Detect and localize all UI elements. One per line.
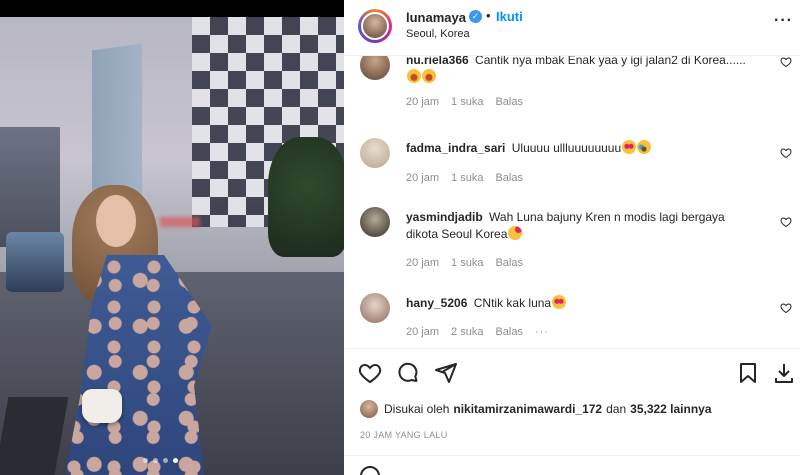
- reply-button[interactable]: Balas: [495, 326, 523, 338]
- carousel-dot[interactable]: [153, 458, 158, 463]
- likes-summary: Disukai oleh nikitamirzanimawardi_172 da…: [360, 400, 712, 418]
- comment-username[interactable]: hany_5206: [406, 296, 467, 310]
- comment-username[interactable]: nu.riela366: [406, 56, 469, 67]
- more-icon[interactable]: ···: [774, 12, 793, 30]
- comment-body: Cantik nya mbak Enak yaa y igi jalan2 di…: [475, 56, 746, 67]
- comment-body: Uluuuu ullluuuuuuuu: [511, 141, 622, 155]
- likes-joiner: dan: [606, 402, 627, 416]
- emoji-icon[interactable]: [360, 466, 380, 475]
- separator-dot: •: [486, 8, 491, 23]
- action-bar: [344, 348, 800, 394]
- comment-meta: 20 jam 2 suka Balas ···: [406, 326, 549, 338]
- comment-time[interactable]: 20 jam: [406, 172, 439, 184]
- comment-avatar[interactable]: [360, 207, 390, 237]
- reply-button[interactable]: Balas: [495, 96, 523, 108]
- photo-handbag: [82, 389, 122, 423]
- author-avatar[interactable]: [358, 9, 392, 43]
- author-username[interactable]: lunamaya: [406, 10, 466, 25]
- photo-tree: [268, 137, 344, 257]
- comment-time[interactable]: 20 jam: [406, 257, 439, 269]
- share-icon[interactable]: [434, 361, 458, 385]
- liker-username[interactable]: nikitamirzanimawardi_172: [453, 402, 602, 416]
- bookmark-icon[interactable]: [736, 361, 760, 385]
- post-timestamp[interactable]: 20 JAM YANG LALU: [360, 430, 448, 440]
- heart-icon[interactable]: [780, 147, 792, 159]
- photo-lights: [160, 217, 200, 227]
- comment-options-icon[interactable]: ···: [535, 326, 549, 338]
- reply-button[interactable]: Balas: [495, 257, 523, 269]
- reply-button[interactable]: Balas: [495, 172, 523, 184]
- comment-avatar[interactable]: [360, 293, 390, 323]
- post-panel: lunamaya ✓ • Ikuti Seoul, Korea ··· nu.r…: [344, 0, 800, 475]
- heart-eyes-emoji-icon: [552, 295, 567, 309]
- follow-button[interactable]: Ikuti: [496, 9, 523, 24]
- post-header: lunamaya ✓ • Ikuti Seoul, Korea ···: [344, 0, 800, 56]
- likes-others[interactable]: 35,322 lainnya: [630, 402, 711, 416]
- comment-username[interactable]: yasmindjadib: [406, 210, 483, 224]
- comment-avatar[interactable]: [360, 138, 390, 168]
- heart-icon[interactable]: [780, 56, 792, 68]
- comment-time[interactable]: 20 jam: [406, 326, 439, 338]
- comments-list[interactable]: nu.riela366 Cantik nya mbak Enak yaa y i…: [344, 56, 800, 348]
- photo-bus: [6, 232, 64, 292]
- comment-likes[interactable]: 2 suka: [451, 326, 483, 338]
- smiling-hearts-emoji-icon: [508, 226, 523, 240]
- post-location[interactable]: Seoul, Korea: [406, 28, 470, 40]
- carousel-dot[interactable]: [143, 458, 148, 463]
- comment-icon[interactable]: [396, 361, 420, 385]
- comment-likes[interactable]: 1 suka: [451, 172, 483, 184]
- comment-text: nu.riela366 Cantik nya mbak Enak yaa y i…: [406, 56, 760, 86]
- liker-avatar[interactable]: [360, 400, 378, 418]
- comment-body: CNtik kak luna: [473, 296, 552, 310]
- download-icon[interactable]: [772, 361, 796, 385]
- comment-time[interactable]: 20 jam: [406, 96, 439, 108]
- likes-prefix: Disukai oleh: [384, 402, 450, 416]
- comment-text: fadma_indra_sari Uluuuu ullluuuuuuuu: [406, 140, 760, 157]
- carousel-dot[interactable]: [163, 458, 168, 463]
- heart-icon[interactable]: [780, 302, 792, 314]
- grin-emoji-icon: [422, 69, 436, 83]
- comment-meta: 20 jam 1 suka Balas: [406, 257, 523, 269]
- photo-building: [0, 127, 60, 247]
- post-photo[interactable]: [0, 17, 344, 475]
- carousel-dot-active[interactable]: [173, 458, 178, 463]
- comment-likes[interactable]: 1 suka: [451, 96, 483, 108]
- heart-icon[interactable]: [358, 361, 382, 385]
- grin-emoji-icon: [407, 69, 421, 83]
- comment-meta: 20 jam 1 suka Balas: [406, 96, 523, 108]
- photo-person-face: [96, 195, 136, 247]
- heart-icon[interactable]: [780, 216, 792, 228]
- comment-meta: 20 jam 1 suka Balas: [406, 172, 523, 184]
- heart-eyes-emoji-icon: [622, 140, 637, 154]
- comment-text: yasmindjadib Wah Luna bajuny Kren n modi…: [406, 209, 760, 243]
- verified-icon: ✓: [469, 10, 482, 23]
- crying-emoji-icon: [637, 140, 652, 154]
- comment-text: hany_5206 CNtik kak luna: [406, 295, 760, 312]
- top-black-bar: [0, 0, 344, 17]
- carousel-indicator: [143, 458, 178, 463]
- post-modal: lunamaya ✓ • Ikuti Seoul, Korea ··· nu.r…: [0, 0, 800, 475]
- comment-username[interactable]: fadma_indra_sari: [406, 141, 505, 155]
- add-comment-bar: [344, 455, 800, 475]
- comment-avatar[interactable]: [360, 56, 390, 80]
- comment-likes[interactable]: 1 suka: [451, 257, 483, 269]
